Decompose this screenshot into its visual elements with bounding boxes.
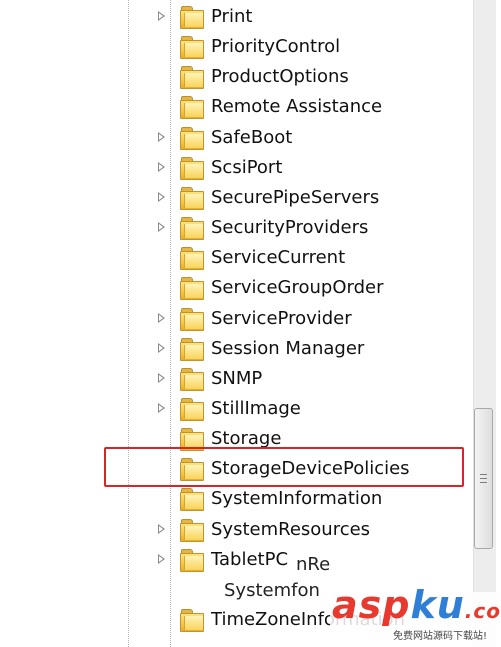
folder-icon bbox=[180, 518, 204, 542]
tree-item[interactable]: StillImage bbox=[0, 394, 470, 424]
tree-item[interactable]: SNMP bbox=[0, 364, 470, 394]
vertical-scrollbar[interactable] bbox=[473, 0, 496, 647]
tree-item-label: Print bbox=[211, 6, 253, 27]
overlay-fragment-label: nRe bbox=[296, 554, 331, 575]
folder-icon bbox=[180, 66, 204, 90]
expand-arrow-icon[interactable] bbox=[158, 131, 165, 142]
expand-arrow-icon[interactable] bbox=[158, 312, 165, 323]
folder-icon bbox=[180, 307, 204, 331]
tree-item-label: ServiceCurrent bbox=[211, 247, 346, 269]
tree-item-label: ProductOptions bbox=[211, 66, 349, 88]
folder-icon bbox=[180, 488, 204, 512]
tree-item-label: SecurityProviders bbox=[211, 217, 369, 239]
folder-icon bbox=[180, 156, 204, 180]
folder-icon bbox=[180, 397, 204, 421]
tree-item-label: ServiceProvider bbox=[211, 307, 352, 329]
tree-item[interactable]: SystemInformation bbox=[0, 484, 470, 514]
folder-icon bbox=[180, 609, 204, 632]
tree-item-label: SNMP bbox=[211, 367, 263, 389]
folder-icon bbox=[180, 217, 204, 241]
tree-item-label: SecurePipeServers bbox=[211, 186, 380, 208]
tree-item-label: PriorityControl bbox=[211, 36, 341, 58]
tree-item[interactable]: ServiceCurrent bbox=[0, 243, 470, 273]
scrollbar-grip-icon bbox=[480, 478, 487, 479]
scrollbar-grip-icon bbox=[480, 482, 487, 483]
folder-icon bbox=[180, 126, 204, 150]
folder-icon bbox=[180, 277, 204, 301]
tree-item-label: ServiceGroupOrder bbox=[211, 277, 384, 299]
tree-item[interactable]: SecurePipeServers bbox=[0, 183, 470, 213]
watermark-asp: asp bbox=[332, 583, 411, 627]
expand-arrow-icon[interactable] bbox=[158, 342, 165, 353]
expand-arrow-icon[interactable] bbox=[158, 191, 165, 202]
expand-arrow-icon[interactable] bbox=[158, 523, 165, 534]
tree-item-label: SystemResources bbox=[211, 518, 371, 540]
tree-item-label: Session Manager bbox=[211, 337, 365, 359]
tree-item[interactable]: ServiceGroupOrder bbox=[0, 273, 470, 303]
tree-item[interactable]: ScsiPort bbox=[0, 153, 470, 183]
tree-item[interactable]: PriorityControl bbox=[0, 32, 470, 62]
expand-arrow-icon[interactable] bbox=[158, 553, 165, 564]
overlay-fragment-label: Systemfon bbox=[224, 580, 320, 601]
tree-item-label: TabletPC bbox=[211, 548, 289, 570]
tree-item-label: Remote Assistance bbox=[211, 96, 383, 118]
folder-icon bbox=[180, 186, 204, 210]
watermark-tld: .com bbox=[464, 599, 501, 623]
folder-icon bbox=[180, 247, 204, 271]
watermark-logo: aspku.com bbox=[332, 583, 501, 627]
tree-item[interactable]: TabletPC bbox=[0, 545, 470, 575]
tree-item[interactable]: ProductOptions bbox=[0, 62, 470, 92]
tree-item-label: SafeBoot bbox=[211, 126, 293, 148]
scrollbar-grip-icon bbox=[480, 474, 487, 475]
tree-item-label: ScsiPort bbox=[211, 156, 283, 178]
expand-arrow-icon[interactable] bbox=[158, 161, 165, 172]
expand-arrow-icon[interactable] bbox=[158, 222, 165, 233]
expand-arrow-icon[interactable] bbox=[158, 11, 165, 21]
expand-arrow-icon[interactable] bbox=[158, 402, 165, 413]
highlight-box bbox=[104, 447, 464, 487]
tree-item-label: StillImage bbox=[211, 397, 301, 419]
tree-item[interactable]: Session Manager bbox=[0, 334, 470, 364]
expand-arrow-icon[interactable] bbox=[158, 372, 165, 383]
watermark-ku: ku bbox=[410, 583, 465, 627]
tree-item[interactable]: SystemResources bbox=[0, 515, 470, 545]
folder-icon bbox=[180, 6, 204, 29]
tree-item[interactable]: SecurityProviders bbox=[0, 213, 470, 243]
tree-item[interactable]: SafeBoot bbox=[0, 123, 470, 153]
tree-item[interactable]: Print bbox=[0, 2, 470, 32]
watermark-tagline: 免费网站源码下载站! bbox=[393, 631, 488, 642]
folder-icon bbox=[180, 337, 204, 361]
tree-item[interactable]: Remote Assistance bbox=[0, 92, 470, 122]
tree-item-label: SystemInformation bbox=[211, 488, 383, 510]
folder-icon bbox=[180, 96, 204, 120]
folder-icon bbox=[180, 548, 204, 572]
folder-icon bbox=[180, 367, 204, 391]
tree-item[interactable]: ServiceProvider bbox=[0, 304, 470, 334]
folder-icon bbox=[180, 36, 204, 60]
